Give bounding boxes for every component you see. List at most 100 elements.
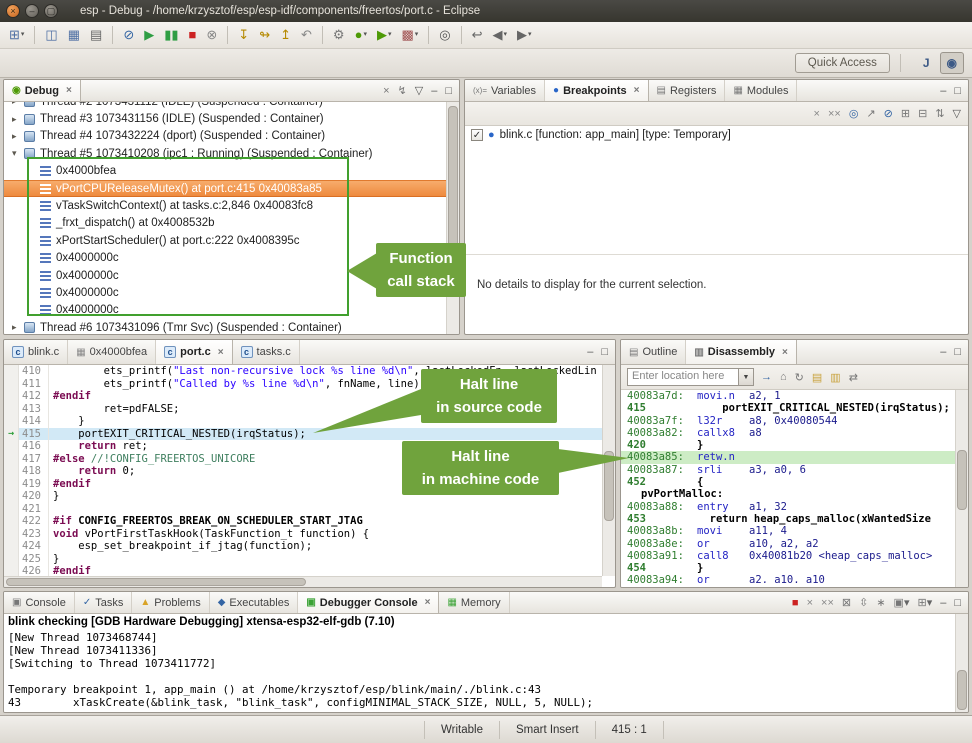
editor-tab-blink-c[interactable]: cblink.c xyxy=(4,340,68,364)
stack-frame-row[interactable]: vTaskSwitchContext() at tasks.c:2,846 0x… xyxy=(4,197,446,214)
back-icon[interactable]: ◀▾ xyxy=(489,24,512,46)
tab-close-icon[interactable]: × xyxy=(634,85,640,96)
view-tab-outline[interactable]: ▤Outline xyxy=(621,340,686,364)
tab-close-icon[interactable]: × xyxy=(425,597,431,608)
disassembly-source-line[interactable]: 415 portEXIT_CRITICAL_NESTED(irqStatus); xyxy=(621,402,955,414)
expand-icon[interactable]: ▸ xyxy=(12,102,24,107)
refresh-icon[interactable]: ↻ xyxy=(792,370,807,385)
editor-line[interactable]: 426#endif xyxy=(4,565,602,576)
view-tab-debugger-console[interactable]: ▣Debugger Console× xyxy=(298,592,439,613)
debug-tab-debug[interactable]: ◉Debug× xyxy=(4,80,81,101)
breakpoint-item[interactable]: ✓ ● blink.c [function: app_main] [type: … xyxy=(465,126,968,143)
step-over-icon[interactable]: ↬ xyxy=(255,24,274,46)
external-tools-icon[interactable]: ▩▾ xyxy=(397,24,422,46)
view-tab-memory[interactable]: ▦Memory xyxy=(439,592,509,613)
editor-hscrollbar[interactable] xyxy=(4,576,602,587)
remove-all-terminated-icon[interactable]: × xyxy=(380,84,392,98)
disassembly-source-line[interactable]: 454} xyxy=(621,562,955,574)
last-edit-location-icon[interactable]: ↩ xyxy=(468,24,487,46)
view-tab-breakpoints[interactable]: ●Breakpoints× xyxy=(545,80,648,101)
line-number[interactable]: 413 xyxy=(19,403,49,416)
show-source-icon[interactable]: ▤ xyxy=(809,370,825,385)
stack-frame-row[interactable]: 0x4000bfea xyxy=(4,163,446,180)
breakpoint-checkbox[interactable]: ✓ xyxy=(471,129,483,141)
editor-tab-port-c[interactable]: cport.c× xyxy=(156,340,232,364)
minimize-icon[interactable]: – xyxy=(937,345,949,359)
disassembly-instruction[interactable]: 40083a82:callx8a8 xyxy=(621,427,955,439)
line-number[interactable]: 418 xyxy=(19,465,49,478)
editor-line[interactable]: 423void vPortFirstTaskHook(TaskFunction_… xyxy=(4,528,602,541)
show-breakpoints-supported-icon[interactable]: ◎ xyxy=(846,106,862,121)
location-combo[interactable]: Enter location here ▼ xyxy=(627,368,754,386)
editor-tab-0x4000bfea[interactable]: ▦0x4000bfea xyxy=(68,340,156,364)
debug-thread-row[interactable]: ▸Thread #2 1073431112 (IDLE) (Suspended … xyxy=(4,102,446,110)
line-number[interactable]: 417 xyxy=(19,453,49,466)
collapse-icon[interactable]: ▾ xyxy=(12,148,24,159)
disconnect-icon[interactable]: ⊗ xyxy=(202,24,221,46)
remove-breakpoint-icon[interactable]: × xyxy=(811,107,823,121)
disassembly-source-line[interactable]: 452{ xyxy=(621,476,955,488)
line-number[interactable]: 420 xyxy=(19,490,49,503)
line-number[interactable]: 424 xyxy=(19,540,49,553)
editor-tab-tasks-c[interactable]: ctasks.c xyxy=(233,340,300,364)
expand-all-icon[interactable]: ⊞ xyxy=(898,106,913,121)
show-symbols-icon[interactable]: ▥ xyxy=(827,370,843,385)
run-icon[interactable]: ▶▾ xyxy=(373,24,396,46)
view-menu-icon[interactable]: ▽ xyxy=(950,106,964,121)
open-console-icon[interactable]: ⊞▾ xyxy=(914,595,935,610)
editor-line[interactable]: 425} xyxy=(4,553,602,566)
line-number[interactable]: 425 xyxy=(19,553,49,566)
tab-close-icon[interactable]: × xyxy=(218,347,224,358)
line-number[interactable]: 412 xyxy=(19,390,49,403)
step-return-icon[interactable]: ↥ xyxy=(276,24,295,46)
disassembly-instruction[interactable]: 40083a7d:movi.na2, 1 xyxy=(621,390,955,402)
editor-line[interactable]: 424 esp_set_breakpoint_if_jtag(function)… xyxy=(4,540,602,553)
quick-access-button[interactable]: Quick Access xyxy=(795,53,890,73)
minimize-icon[interactable]: – xyxy=(584,345,596,359)
view-tab-disassembly[interactable]: ▥Disassembly× xyxy=(686,340,797,364)
save-icon[interactable]: ◫ xyxy=(41,24,61,46)
minimize-icon[interactable]: – xyxy=(937,596,949,610)
line-number[interactable]: 423 xyxy=(19,528,49,541)
line-number[interactable]: 421 xyxy=(19,503,49,516)
tab-close-icon[interactable]: × xyxy=(66,85,72,96)
minimize-button[interactable]: – xyxy=(25,4,39,18)
tab-close-icon[interactable]: × xyxy=(782,347,788,358)
debug-scrollbar[interactable] xyxy=(446,102,459,334)
chevron-down-icon[interactable]: ▼ xyxy=(739,368,754,386)
java-perspective-icon[interactable]: J xyxy=(916,52,937,74)
debug-thread-row[interactable]: ▸Thread #4 1073432224 (dport) (Suspended… xyxy=(4,128,446,145)
scroll-lock-icon[interactable]: ⇳ xyxy=(856,595,871,610)
resume-icon[interactable]: ▶ xyxy=(140,24,158,46)
line-number[interactable]: 426 xyxy=(19,565,49,576)
disassembly-source-line[interactable]: 453 return heap_caps_malloc(xWantedSize xyxy=(621,513,955,525)
maximize-icon[interactable]: □ xyxy=(951,345,964,359)
remove-all-breakpoints-icon[interactable]: ×× xyxy=(825,107,844,121)
forward-icon[interactable]: ▶▾ xyxy=(513,24,536,46)
expand-icon[interactable]: ▸ xyxy=(12,131,24,142)
line-number[interactable]: 419 xyxy=(19,478,49,491)
breakpoints-list[interactable]: ✓ ● blink.c [function: app_main] [type: … xyxy=(465,126,968,254)
disassembly-instruction[interactable]: 40083a94:ora2, a10, a10 xyxy=(621,574,955,583)
disassembly-instruction[interactable]: 40083a85:retw.n xyxy=(621,451,955,463)
scrollbar-thumb[interactable] xyxy=(957,450,967,510)
stack-frame-row[interactable]: vPortCPUReleaseMutex() at port.c:415 0x4… xyxy=(4,180,446,197)
maximize-icon[interactable]: □ xyxy=(951,596,964,610)
disassembly-source-line[interactable]: 420} xyxy=(621,439,955,451)
disassembly-scrollbar[interactable] xyxy=(955,390,968,587)
debug-thread-row[interactable]: ▸Thread #6 1073431096 (Tmr Svc) (Suspend… xyxy=(4,319,446,334)
disassembly-instruction[interactable]: 40083a91:call80x40081b20 <heap_caps_mall… xyxy=(621,550,955,562)
close-button[interactable]: × xyxy=(6,4,20,18)
console-output[interactable]: blink checking [GDB Hardware Debugging] … xyxy=(4,614,955,712)
scrollbar-thumb[interactable] xyxy=(448,106,458,256)
remove-all-launches-icon[interactable]: ×× xyxy=(818,596,837,610)
line-number[interactable]: 416 xyxy=(19,440,49,453)
sync-icon[interactable]: ⇄ xyxy=(846,370,861,385)
save-all-icon[interactable]: ▦ xyxy=(64,24,84,46)
disassembly-content[interactable]: 40083a7d:movi.na2, 1415 portEXIT_CRITICA… xyxy=(621,390,955,587)
scrollbar-thumb[interactable] xyxy=(6,578,306,586)
stack-frame-row[interactable]: _frxt_dispatch() at 0x4008532b xyxy=(4,215,446,232)
view-tab-registers[interactable]: ▤Registers xyxy=(649,80,726,101)
minimize-icon[interactable]: – xyxy=(937,84,949,98)
view-tab-console[interactable]: ▣Console xyxy=(4,592,75,613)
